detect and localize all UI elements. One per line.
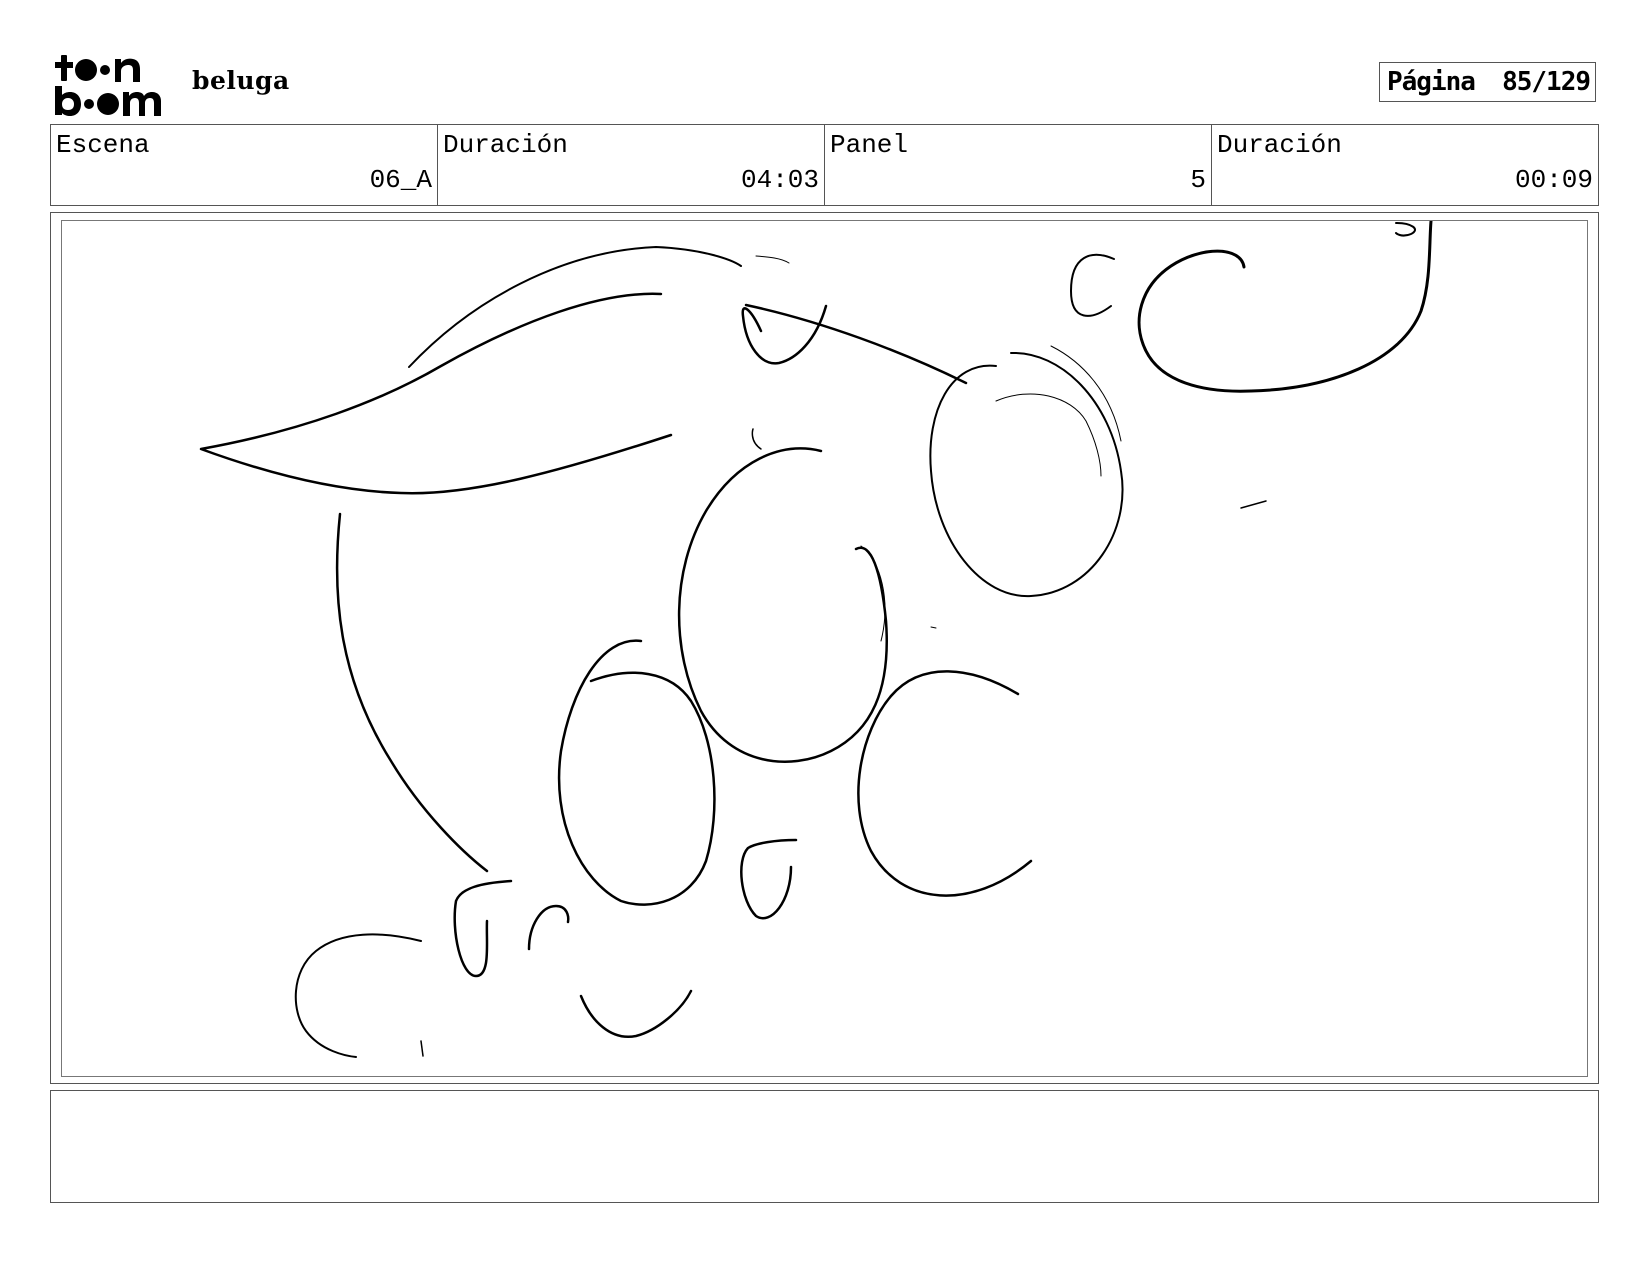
sketch-stroke: [1137, 221, 1433, 393]
notes-box: [50, 1090, 1599, 1203]
panel-duration-cell: Duración 00:09: [1211, 125, 1598, 205]
toon-boom-logo: [55, 55, 161, 116]
sketch-stroke: [294, 933, 422, 1058]
sketch-stroke: [420, 1040, 424, 1057]
sketch-stroke: [557, 639, 716, 906]
sketch-stroke: [1395, 222, 1416, 237]
sketch-stroke: [1070, 253, 1115, 317]
sketch-stroke: [857, 670, 1033, 897]
scene-value: 06_A: [369, 165, 432, 195]
sketch-stroke: [579, 989, 693, 1039]
page-number: 85/129: [1502, 67, 1591, 97]
sketch-stroke: [755, 255, 790, 264]
sketch-drawing: [199, 221, 1433, 1058]
panel-value: 5: [1190, 165, 1206, 195]
sketch-stroke: [930, 626, 937, 629]
panel-info-row: Escena 06_A Duración 04:03 Panel 5 Durac…: [50, 124, 1599, 206]
scene-duration-value: 04:03: [740, 165, 819, 195]
panel-drawing-area: [61, 220, 1588, 1077]
sketch-stroke: [1050, 345, 1122, 442]
project-title: beluga: [192, 66, 290, 95]
scene-duration-cell: Duración 04:03: [437, 125, 824, 205]
sketch-stroke: [744, 303, 968, 385]
scene-cell: Escena 06_A: [51, 125, 437, 205]
panel-label: Panel: [830, 130, 909, 160]
sketch-stroke: [995, 393, 1102, 477]
sketch-stroke: [929, 351, 1124, 598]
sketch-stroke: [740, 838, 798, 920]
sketch-stroke: [527, 904, 570, 951]
sketch-stroke: [751, 428, 762, 450]
sketch-stroke: [1240, 500, 1267, 509]
sketch-stroke: [335, 512, 489, 873]
panel-duration-label: Duración: [1217, 130, 1342, 160]
panel-cell: Panel 5: [824, 125, 1211, 205]
scene-duration-label: Duración: [443, 130, 568, 160]
panel-duration-value: 00:09: [1514, 165, 1593, 195]
sketch-stroke: [453, 879, 513, 978]
scene-label: Escena: [56, 130, 150, 160]
sketch-stroke: [199, 292, 673, 495]
sketch-stroke: [677, 447, 888, 763]
page-indicator: Página 85/129: [1379, 62, 1596, 102]
page-label: Página: [1387, 67, 1476, 97]
